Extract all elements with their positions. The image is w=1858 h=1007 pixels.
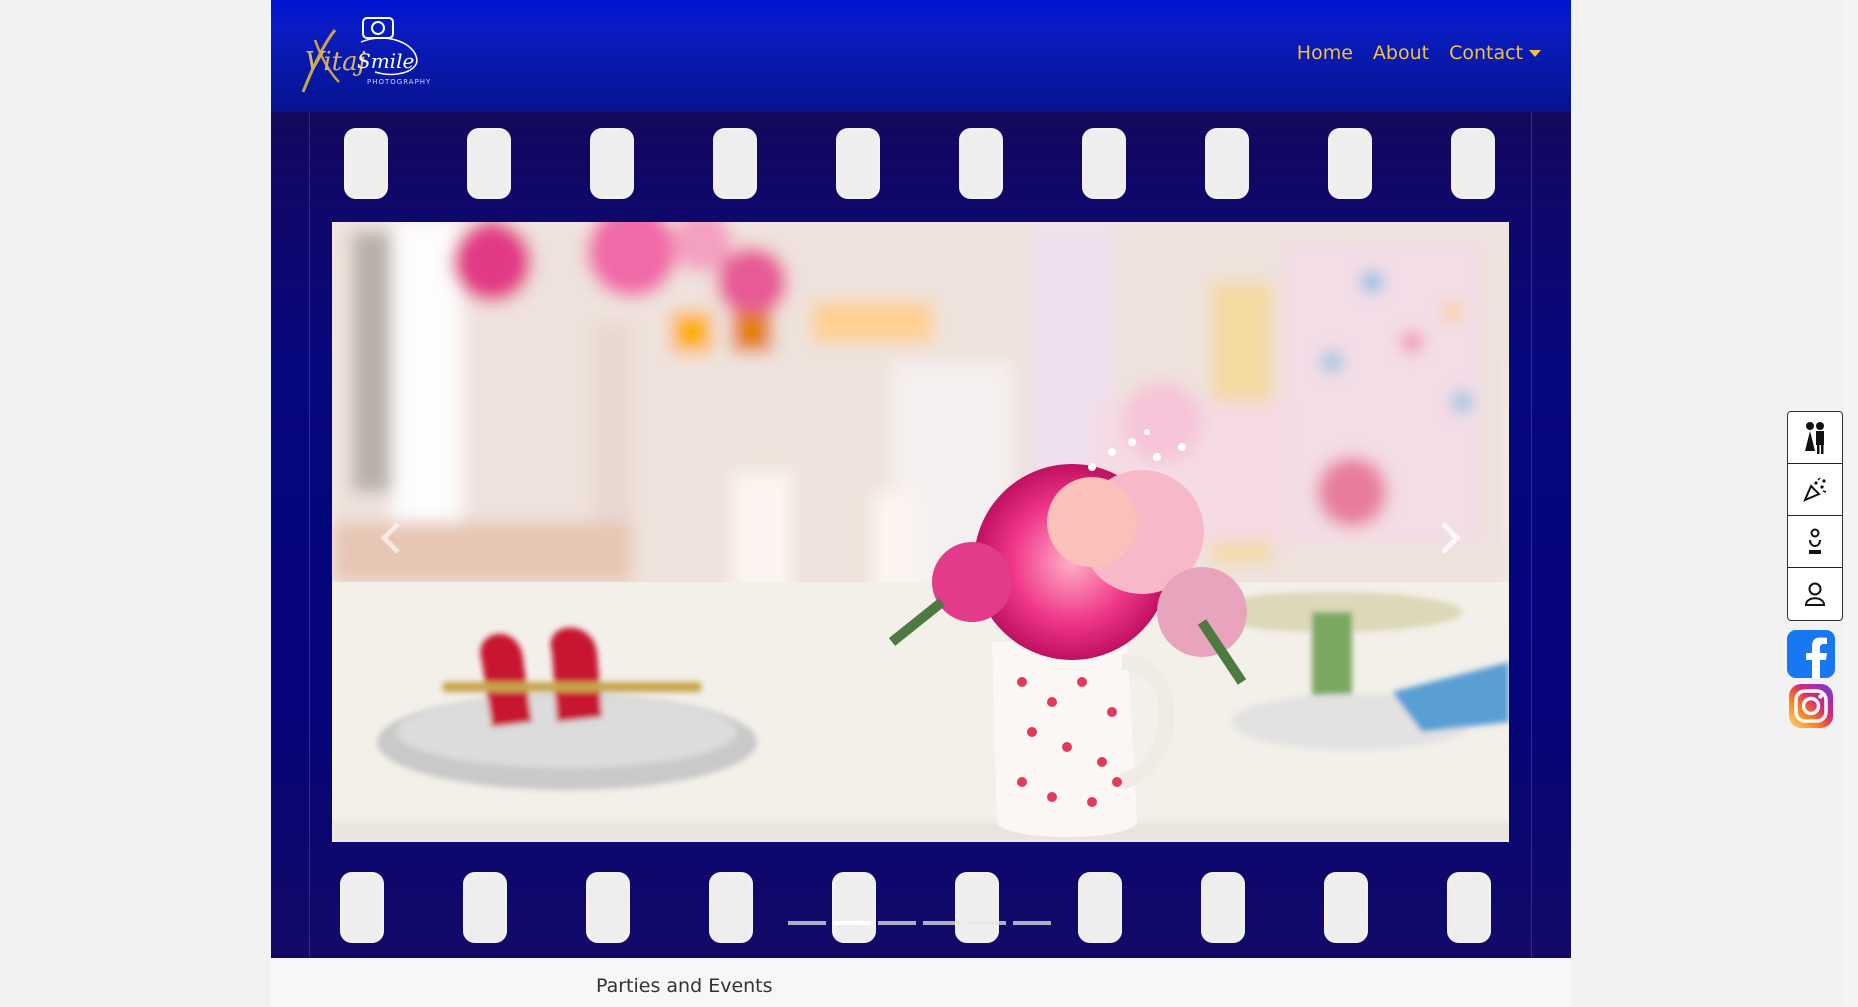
film-hole (832, 872, 876, 943)
film-edge-right (1531, 112, 1532, 958)
film-hole (590, 128, 634, 199)
baptism-icon (1809, 528, 1821, 554)
side-item-weddings[interactable] (1788, 412, 1842, 464)
wedding-couple-icon (1805, 421, 1824, 454)
nav-contact-dropdown[interactable]: Contact (1449, 42, 1541, 64)
film-hole (1078, 872, 1122, 943)
film-hole (1324, 872, 1368, 943)
facebook-link[interactable] (1787, 630, 1835, 678)
caret-down-icon (1529, 49, 1541, 57)
carousel-indicators (788, 921, 1051, 925)
nav-home-link[interactable]: Home (1297, 42, 1353, 64)
film-hole (463, 872, 507, 943)
carousel-slide-image (332, 222, 1509, 842)
nav-contact-label: Contact (1449, 42, 1523, 64)
carousel-indicator[interactable] (968, 921, 1006, 925)
instagram-link[interactable] (1787, 682, 1835, 730)
side-item-baptism[interactable] (1788, 516, 1842, 568)
carousel-indicator[interactable] (833, 921, 871, 925)
film-hole (1205, 128, 1249, 199)
svg-text:PHOTOGRAPHY: PHOTOGRAPHY (367, 78, 431, 86)
film-hole (955, 872, 999, 943)
film-hole (959, 128, 1003, 199)
category-side-menu (1787, 411, 1843, 621)
navbar: Vitaj Smile PHOTOGRAPHY Home About Conta… (271, 0, 1571, 113)
film-hole (709, 872, 753, 943)
film-hole (1447, 872, 1491, 943)
nav-menu: Home About Contact (1297, 42, 1541, 64)
chevron-left-icon (380, 522, 400, 554)
nav-about-link[interactable]: About (1373, 42, 1429, 64)
carousel-indicator[interactable] (923, 921, 961, 925)
film-hole (467, 128, 511, 199)
portrait-icon (1804, 582, 1826, 606)
film-hole (836, 128, 880, 199)
carousel-indicator[interactable] (1013, 921, 1051, 925)
carousel-next-button[interactable] (1429, 518, 1469, 558)
film-hole (586, 872, 630, 943)
film-hole (1082, 128, 1126, 199)
side-item-parties[interactable] (1788, 464, 1842, 516)
film-hole (1451, 128, 1495, 199)
party-popper-icon (1803, 476, 1827, 502)
page-scrollbar[interactable] (1844, 0, 1858, 1007)
film-hole (344, 128, 388, 199)
carousel-indicator[interactable] (878, 921, 916, 925)
film-hole (1328, 128, 1372, 199)
film-hole (713, 128, 757, 199)
page-container: Vitaj Smile PHOTOGRAPHY Home About Conta… (271, 0, 1571, 1007)
film-edge-left (309, 112, 310, 958)
side-item-portraits[interactable] (1788, 568, 1842, 619)
carousel-indicator[interactable] (788, 921, 826, 925)
chevron-right-icon (1441, 522, 1461, 554)
party-table-photo (332, 222, 1509, 842)
slide-caption: Parties and Events (596, 975, 773, 997)
carousel-prev-button[interactable] (372, 518, 412, 558)
svg-text:Smile: Smile (357, 49, 414, 73)
film-hole (1201, 872, 1245, 943)
brand-logo[interactable]: Vitaj Smile PHOTOGRAPHY (295, 12, 435, 100)
film-hole (340, 872, 384, 943)
film-strip-carousel (271, 112, 1571, 958)
